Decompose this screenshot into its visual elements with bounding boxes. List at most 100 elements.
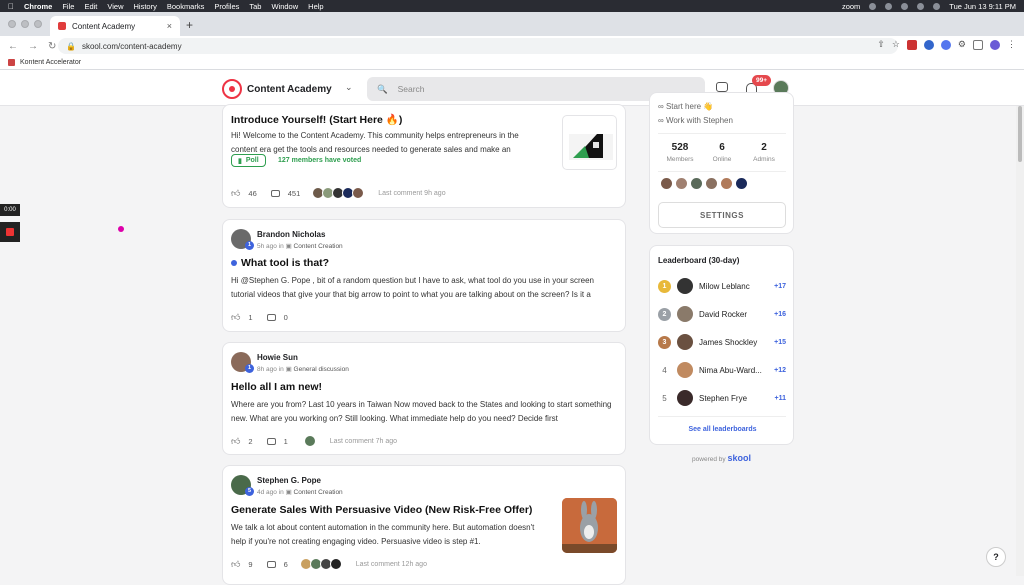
- comment-icon[interactable]: [266, 314, 276, 321]
- leader-avatar[interactable]: [677, 278, 693, 294]
- leaderboard-row[interactable]: 5 Stephen Frye +11: [658, 388, 786, 408]
- post-thumbnail[interactable]: [562, 498, 617, 553]
- leaderboard-row[interactable]: 1 Milow Leblanc +17: [658, 276, 786, 296]
- zoom-status[interactable]: zoom: [842, 2, 860, 11]
- commenter-avatar[interactable]: [352, 187, 365, 199]
- kebab-menu-icon[interactable]: ⋮: [1007, 39, 1016, 50]
- leader-name[interactable]: Stephen Frye: [699, 394, 775, 403]
- new-tab-button[interactable]: +: [186, 18, 193, 32]
- like-icon[interactable]: 👍︎: [231, 436, 240, 447]
- poll-votes[interactable]: 127 members have voted: [278, 157, 361, 164]
- like-icon[interactable]: 👍︎: [231, 559, 240, 570]
- leader-name[interactable]: Milow Leblanc: [699, 282, 774, 291]
- member-avatar[interactable]: [660, 177, 673, 190]
- community-name[interactable]: Content Academy: [247, 84, 332, 95]
- reload-icon[interactable]: ↻: [48, 41, 56, 52]
- settings-button[interactable]: SETTINGS: [658, 202, 786, 228]
- post-title[interactable]: Hello all I am new!: [231, 381, 322, 393]
- member-avatar[interactable]: [735, 177, 748, 190]
- forward-icon[interactable]: →: [28, 41, 38, 52]
- status-icon[interactable]: [901, 2, 909, 10]
- maximize-window-button[interactable]: [34, 20, 42, 28]
- post-title[interactable]: Introduce Yourself! (Start Here 🔥): [231, 113, 402, 126]
- chat-icon[interactable]: [716, 82, 728, 92]
- apple-icon[interactable]: : [8, 2, 14, 11]
- see-all-leaderboards-link[interactable]: See all leaderboards: [650, 426, 795, 433]
- stat-members[interactable]: 528 Members: [660, 142, 700, 163]
- commenter-avatar[interactable]: [329, 558, 342, 570]
- comment-icon[interactable]: [266, 560, 276, 568]
- menu-clock[interactable]: Tue Jun 13 9:11 PM: [949, 2, 1016, 11]
- menu-file[interactable]: File: [62, 2, 74, 11]
- puzzle-icon[interactable]: ⚙: [958, 39, 966, 50]
- extension-icon[interactable]: [906, 39, 917, 50]
- post-card[interactable]: 1 Howie Sun 8h ago in ▣ General discussi…: [222, 342, 626, 455]
- post-card[interactable]: Introduce Yourself! (Start Here 🔥) Hi! W…: [222, 104, 626, 208]
- like-icon[interactable]: 👍︎: [231, 312, 240, 323]
- comment-icon[interactable]: [266, 437, 276, 445]
- browser-tab[interactable]: Content Academy ×: [50, 16, 180, 36]
- stop-recording-button[interactable]: [0, 222, 20, 242]
- menu-tab[interactable]: Tab: [249, 2, 261, 11]
- stat-admins[interactable]: 2 Admins: [744, 142, 784, 163]
- chevron-down-icon[interactable]: ⌄: [345, 82, 353, 93]
- back-icon[interactable]: ←: [8, 41, 18, 52]
- page-scrollbar[interactable]: [1016, 106, 1024, 576]
- leader-avatar[interactable]: [677, 306, 693, 322]
- close-tab-icon[interactable]: ×: [167, 21, 172, 31]
- author-name[interactable]: Stephen G. Pope: [257, 476, 321, 485]
- bookmark-star-icon[interactable]: ☆: [892, 39, 900, 50]
- member-avatar[interactable]: [690, 177, 703, 190]
- post-title[interactable]: Generate Sales With Persuasive Video (Ne…: [231, 504, 532, 516]
- menu-bookmarks[interactable]: Bookmarks: [167, 2, 205, 11]
- post-card[interactable]: 5 Stephen G. Pope 4d ago in ▣ Content Cr…: [222, 465, 626, 585]
- status-icon[interactable]: [869, 2, 877, 10]
- menu-help[interactable]: Help: [308, 2, 323, 11]
- post-category[interactable]: Content Creation: [294, 243, 343, 250]
- post-category[interactable]: General discussion: [294, 366, 349, 373]
- extension-icon[interactable]: [940, 39, 951, 50]
- leader-name[interactable]: James Shockley: [699, 338, 774, 347]
- menu-window[interactable]: Window: [271, 2, 298, 11]
- close-window-button[interactable]: [8, 20, 16, 28]
- help-button[interactable]: ?: [986, 547, 1006, 567]
- status-icon[interactable]: [885, 2, 893, 10]
- wifi-icon[interactable]: [917, 2, 925, 10]
- leaderboard-row[interactable]: 3 James Shockley +15: [658, 332, 786, 352]
- leader-avatar[interactable]: [677, 362, 693, 378]
- stat-online[interactable]: 6 Online: [702, 142, 742, 163]
- bookmark-item[interactable]: Kontent Accelerator: [20, 59, 81, 66]
- post-category[interactable]: Content Creation: [294, 489, 343, 496]
- profile-icon[interactable]: [990, 39, 1000, 50]
- about-link[interactable]: ∞ Start here 👋: [658, 102, 713, 111]
- minimize-window-button[interactable]: [21, 20, 29, 28]
- extension-icon[interactable]: [923, 39, 934, 50]
- leader-avatar[interactable]: [677, 334, 693, 350]
- sidepanel-icon[interactable]: [973, 39, 983, 50]
- post-thumbnail[interactable]: [562, 115, 617, 170]
- menu-history[interactable]: History: [134, 2, 157, 11]
- battery-icon[interactable]: [933, 2, 941, 10]
- leader-name[interactable]: David Rocker: [699, 310, 774, 319]
- post-title[interactable]: What tool is that?: [231, 257, 329, 269]
- member-avatar[interactable]: [675, 177, 688, 190]
- scrollbar-thumb[interactable]: [1018, 106, 1022, 162]
- author-name[interactable]: Brandon Nicholas: [257, 230, 325, 239]
- menu-view[interactable]: View: [107, 2, 123, 11]
- commenter-avatar[interactable]: [303, 435, 316, 447]
- menu-app-name[interactable]: Chrome: [24, 2, 52, 11]
- like-icon[interactable]: 👍︎: [231, 188, 240, 199]
- address-bar[interactable]: 🔒 skool.com/content-academy: [58, 38, 898, 54]
- leader-avatar[interactable]: [677, 390, 693, 406]
- leaderboard-row[interactable]: 2 David Rocker +16: [658, 304, 786, 324]
- member-avatar[interactable]: [720, 177, 733, 190]
- powered-by-footer[interactable]: powered by skool: [649, 453, 794, 463]
- leaderboard-row[interactable]: 4 Nima Abu-Ward... +12: [658, 360, 786, 380]
- author-name[interactable]: Howie Sun: [257, 353, 298, 362]
- member-avatar[interactable]: [705, 177, 718, 190]
- poll-button[interactable]: ▮ Poll: [231, 154, 266, 167]
- menu-profiles[interactable]: Profiles: [214, 2, 239, 11]
- post-card[interactable]: 1 Brandon Nicholas 5h ago in ▣ Content C…: [222, 219, 626, 332]
- share-icon[interactable]: ⇧: [877, 39, 885, 50]
- community-logo-icon[interactable]: [222, 79, 242, 99]
